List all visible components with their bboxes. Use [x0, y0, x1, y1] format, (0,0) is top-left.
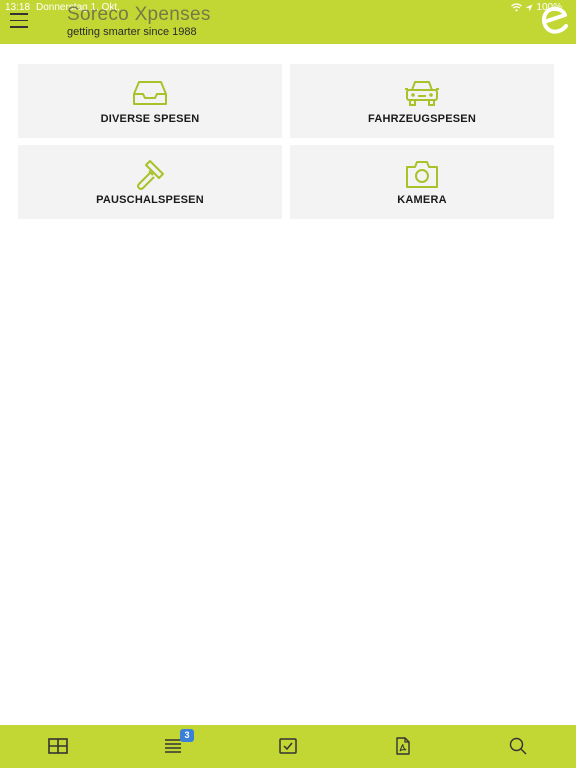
pdf-icon: [396, 737, 410, 755]
wifi-icon: [511, 3, 523, 12]
bottom-tab-bar: [0, 725, 576, 768]
hamburger-icon: [10, 13, 28, 15]
grid-icon: [48, 738, 68, 754]
tile-fahrzeugspesen[interactable]: FAHRZEUGSPESEN: [290, 64, 554, 138]
tile-pauschalspesen[interactable]: PAUSCHALSPESEN: [18, 145, 282, 219]
hamburger-icon-line: [10, 19, 28, 22]
gavel-icon: [137, 160, 164, 190]
app-header: 13:18 Donnerstag 1. Okt. 100% Soreco Xpe…: [0, 0, 576, 44]
inbox-icon: [133, 81, 167, 105]
tab-reports[interactable]: [391, 735, 415, 757]
app-logo-icon: [541, 6, 568, 34]
tab-search[interactable]: [506, 735, 530, 757]
tile-diverse-spesen[interactable]: DIVERSE SPESEN: [18, 64, 282, 138]
tile-label: PAUSCHALSPESEN: [96, 194, 204, 206]
search-icon: [509, 737, 527, 755]
tile-kamera[interactable]: KAMERA: [290, 145, 554, 219]
status-time: 13:18: [5, 2, 31, 13]
app-title: Soreco Xpenses: [67, 4, 211, 25]
tile-label: DIVERSE SPESEN: [100, 113, 200, 125]
camera-icon: [406, 161, 438, 188]
list-icon: [165, 739, 181, 753]
menu-button[interactable]: [10, 13, 30, 29]
car-icon: [405, 81, 439, 106]
list-count-badge: 3: [180, 729, 194, 742]
tile-label: FAHRZEUGSPESEN: [368, 113, 476, 125]
tab-approvals[interactable]: [276, 735, 300, 757]
app-subtitle: getting smarter since 1988: [67, 26, 197, 38]
tab-dashboard[interactable]: [46, 735, 70, 757]
hamburger-icon-line: [10, 26, 28, 28]
checkbox-icon: [279, 738, 297, 754]
tile-label: KAMERA: [397, 194, 447, 206]
location-icon: [525, 4, 533, 11]
